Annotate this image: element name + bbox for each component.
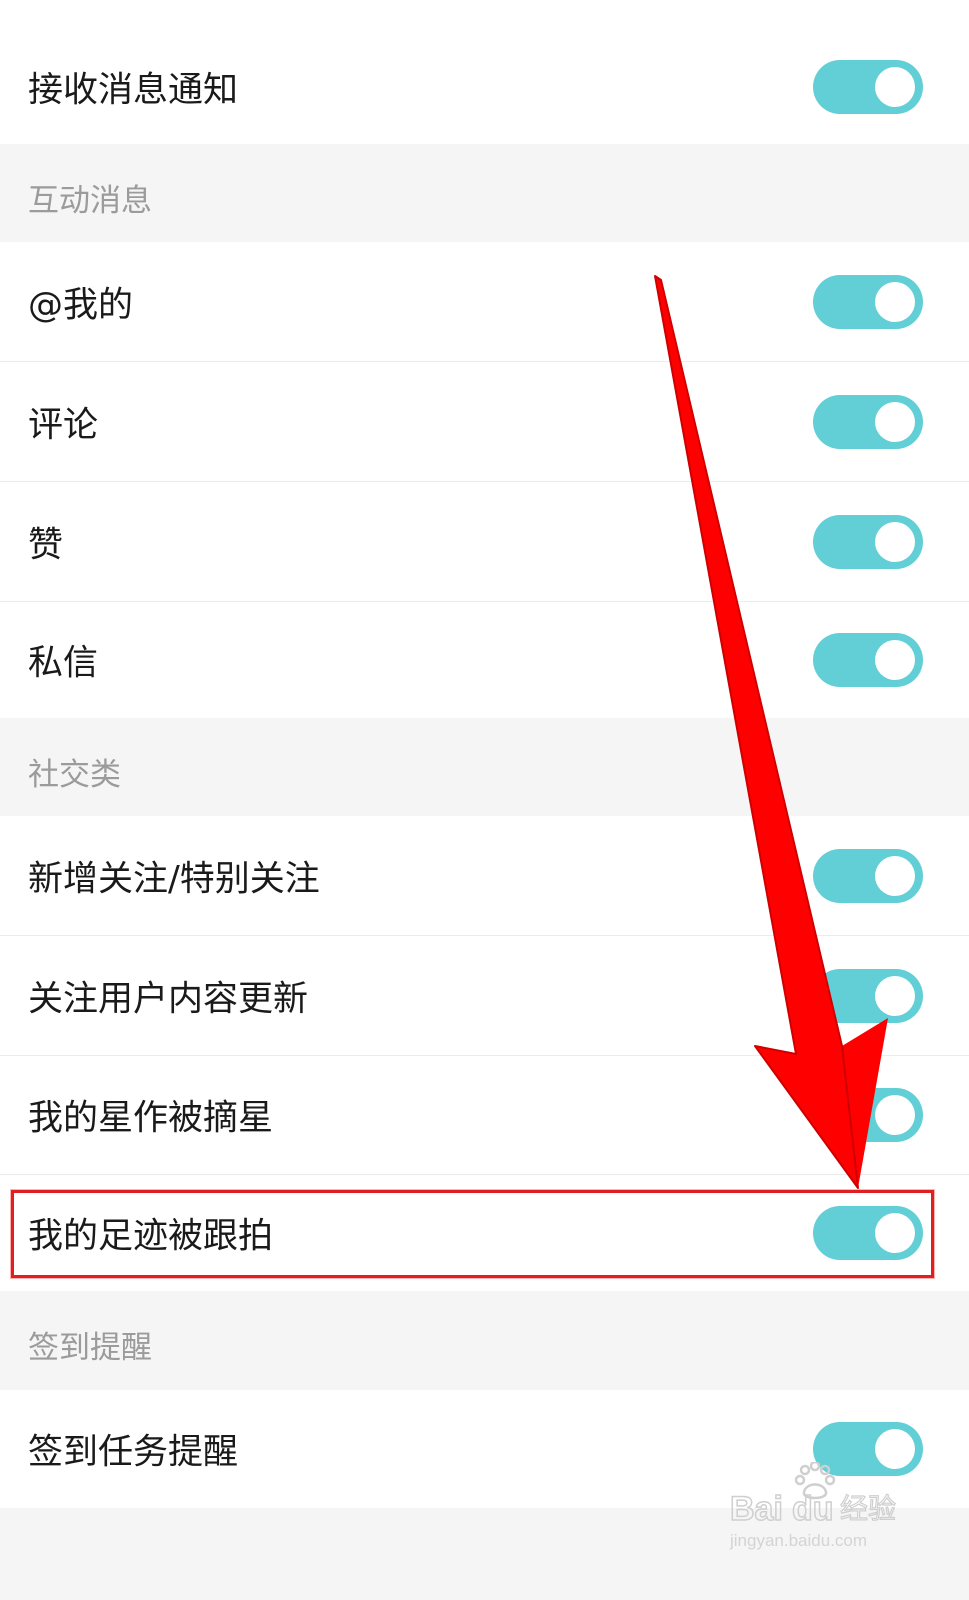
star-work-picked-toggle[interactable] bbox=[813, 1088, 923, 1142]
section-header-checkin: 签到提醒 bbox=[28, 1330, 152, 1366]
toggle-knob bbox=[875, 1429, 915, 1469]
settings-row-new-follows: 新增关注/特别关注 bbox=[0, 816, 969, 935]
likes-toggle[interactable] bbox=[813, 514, 923, 569]
mentions-toggle[interactable] bbox=[813, 274, 923, 329]
footprint-followed-toggle[interactable] bbox=[813, 1206, 923, 1260]
checkin-reminder-label: 签到任务提醒 bbox=[28, 1432, 239, 1473]
settings-row-likes: 赞 bbox=[0, 482, 969, 601]
private-messages-label: 私信 bbox=[28, 643, 99, 684]
top-padding bbox=[0, 0, 969, 30]
receive-notifications-toggle[interactable] bbox=[813, 60, 923, 114]
svg-text:jingyan.baidu.com: jingyan.baidu.com bbox=[729, 1531, 867, 1550]
checkin-reminder-toggle[interactable] bbox=[813, 1422, 923, 1476]
footprint-followed-label: 我的足迹被跟拍 bbox=[28, 1216, 274, 1257]
comments-toggle[interactable] bbox=[813, 394, 923, 449]
new-follows-label: 新增关注/特别关注 bbox=[28, 859, 320, 899]
toggle-knob bbox=[875, 640, 915, 680]
mentions-label: @我的 bbox=[28, 285, 134, 325]
toggle-knob bbox=[875, 67, 915, 107]
settings-row-comments: 评论 bbox=[0, 362, 969, 481]
likes-label: 赞 bbox=[28, 525, 64, 565]
toggle-knob bbox=[875, 975, 915, 1016]
section-header-social: 社交类 bbox=[28, 757, 121, 793]
receive-notifications-label: 接收消息通知 bbox=[28, 70, 239, 111]
comments-label: 评论 bbox=[28, 405, 99, 445]
star-work-picked-label: 我的星作被摘星 bbox=[28, 1098, 274, 1139]
private-messages-toggle[interactable] bbox=[813, 633, 923, 687]
settings-row-star-work-picked: 我的星作被摘星 bbox=[0, 1056, 969, 1174]
followed-updates-label: 关注用户内容更新 bbox=[28, 979, 309, 1019]
toggle-knob bbox=[875, 401, 915, 442]
followed-updates-toggle[interactable] bbox=[813, 968, 923, 1023]
settings-row-receive-notifications: 接收消息通知 bbox=[0, 30, 969, 144]
settings-row-followed-updates: 关注用户内容更新 bbox=[0, 936, 969, 1055]
settings-row-footprint-followed: 我的足迹被跟拍 bbox=[0, 1175, 969, 1291]
settings-row-checkin-reminder: 签到任务提醒 bbox=[0, 1390, 969, 1508]
toggle-knob bbox=[875, 855, 915, 896]
toggle-knob bbox=[875, 1095, 915, 1135]
new-follows-toggle[interactable] bbox=[813, 848, 923, 903]
toggle-knob bbox=[875, 281, 915, 322]
toggle-knob bbox=[875, 521, 915, 562]
settings-row-private-messages: 私信 bbox=[0, 602, 969, 718]
toggle-knob bbox=[875, 1213, 915, 1253]
settings-row-mentions: @我的 bbox=[0, 242, 969, 361]
section-header-interactions: 互动消息 bbox=[28, 183, 152, 219]
